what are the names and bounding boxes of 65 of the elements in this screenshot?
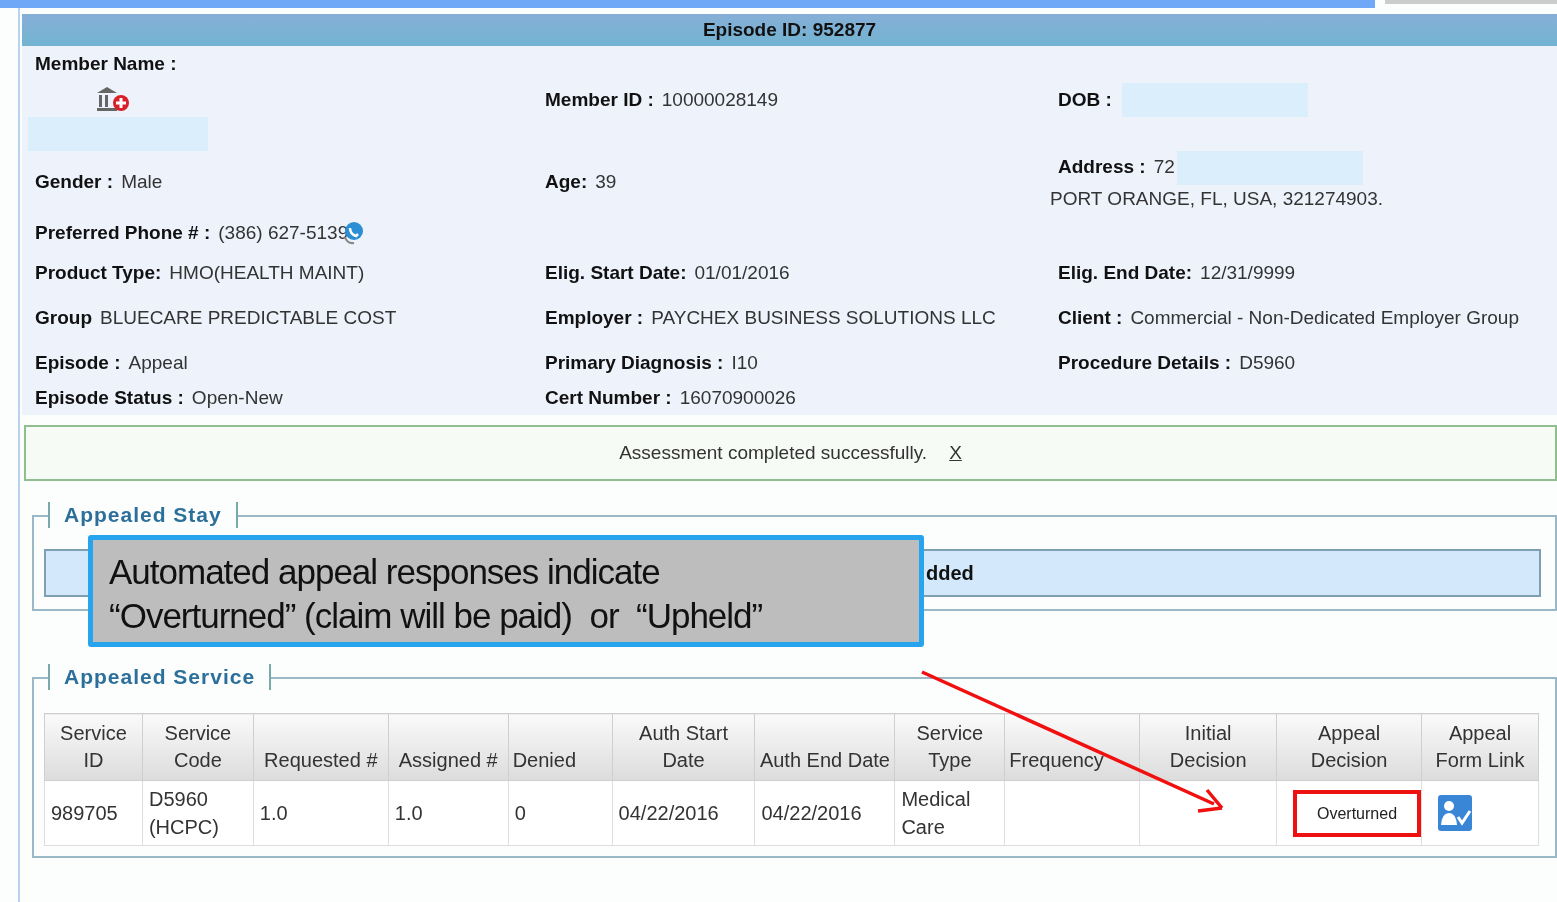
table-cell: 04/22/2016 bbox=[612, 780, 755, 846]
field-label: Primary Diagnosis : bbox=[545, 350, 724, 375]
column-header: Initial Decision bbox=[1139, 713, 1277, 781]
field-label: Elig. End Date: bbox=[1058, 260, 1193, 285]
field-label: Episode Status : bbox=[35, 385, 184, 410]
field-value: (386) 627-5139 bbox=[218, 220, 349, 245]
field-label: Employer : bbox=[545, 305, 644, 330]
field-label: Age: bbox=[545, 169, 588, 194]
field-label: Episode : bbox=[35, 350, 121, 375]
close-button[interactable]: X bbox=[949, 438, 962, 468]
column-header: Frequency bbox=[1004, 713, 1140, 781]
section-legend: Appealed Stay bbox=[48, 502, 238, 528]
field-label: Gender : bbox=[35, 169, 114, 194]
field-value: 72 bbox=[1153, 155, 1175, 180]
column-header: Appeal Decision bbox=[1276, 713, 1422, 781]
section-legend: Appealed Service bbox=[48, 664, 272, 690]
table-cell: 04/22/2016 bbox=[755, 780, 895, 846]
table-cell: 989705 bbox=[44, 780, 143, 846]
field-label: Procedure Details : bbox=[1058, 350, 1232, 375]
field-label: Group bbox=[35, 305, 92, 330]
column-header: Denied bbox=[508, 713, 613, 781]
field-value: 12/31/9999 bbox=[1200, 260, 1296, 285]
annotation-callout: Automated appeal responses indicate “Overturned” (claim will be paid) or “Upheld” bbox=[88, 535, 924, 647]
field-value: PAYCHEX BUSINESS SOLUTIONS LLC bbox=[651, 305, 996, 330]
field-value: Commercial - Non-Dedicated Employer Group bbox=[1130, 305, 1519, 330]
field-value: Appeal bbox=[128, 350, 188, 375]
column-header: Service Type bbox=[894, 713, 1005, 781]
field-label: Cert Number : bbox=[545, 385, 672, 410]
field-value: D5960 bbox=[1239, 350, 1296, 375]
field-label: Member Name : bbox=[35, 52, 178, 76]
field-label: Member ID : bbox=[545, 88, 654, 112]
field-value: Male bbox=[121, 169, 163, 194]
field-label: Client : bbox=[1058, 305, 1123, 330]
field-value: BLUECARE PREDICTABLE COST bbox=[100, 305, 397, 330]
building-icon[interactable] bbox=[95, 84, 131, 113]
field-label: DOB : bbox=[1058, 88, 1112, 112]
column-header: Auth Start Date bbox=[612, 713, 755, 781]
stay-message: dded bbox=[926, 561, 974, 586]
field-value: I10 bbox=[731, 350, 758, 375]
field-label: Elig. Start Date: bbox=[545, 260, 687, 285]
table-cell: D5960 (HCPC) bbox=[142, 780, 254, 846]
table-cell: 0 bbox=[508, 780, 613, 846]
field-label: Preferred Phone # : bbox=[35, 220, 211, 245]
field-value: Open-New bbox=[191, 385, 283, 410]
column-header: Auth End Date bbox=[755, 713, 895, 781]
column-header: Assigned # bbox=[388, 713, 509, 781]
field-label: Product Type: bbox=[35, 260, 162, 285]
episode-header: Episode ID: 952877 bbox=[22, 14, 1557, 46]
form-link-icon[interactable] bbox=[1438, 795, 1473, 831]
field-value: 01/01/2016 bbox=[694, 260, 790, 285]
column-header: Requested # bbox=[253, 713, 389, 781]
highlighted-decision: Overturned bbox=[1293, 789, 1422, 837]
field-value: HMO(HEALTH MAINT) bbox=[169, 260, 365, 285]
address-line: PORT ORANGE, FL, USA, 321274903. bbox=[1050, 186, 1384, 211]
field-value: 10000028149 bbox=[661, 88, 778, 112]
field-value: 16070900026 bbox=[679, 385, 796, 410]
table-cell: 1.0 bbox=[253, 780, 389, 846]
alert-message: Assessment completed successfully. bbox=[619, 440, 928, 465]
table-cell: Medical Care bbox=[894, 780, 1005, 846]
field-value: 39 bbox=[595, 169, 617, 194]
table-cell: 1.0 bbox=[388, 780, 509, 846]
field-label: Address : bbox=[1058, 155, 1146, 180]
column-header: Appeal Form Link bbox=[1421, 713, 1539, 781]
column-header: Service Code bbox=[142, 713, 254, 781]
column-header: Service ID bbox=[44, 713, 143, 781]
